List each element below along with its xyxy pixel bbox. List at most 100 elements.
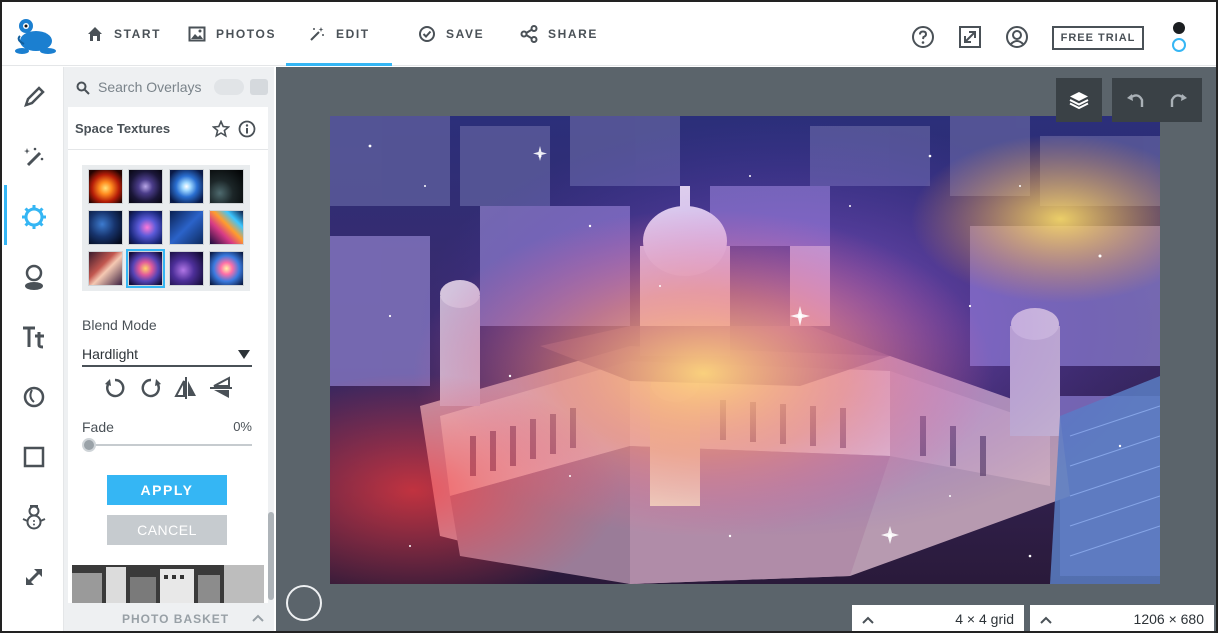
magic-wand-icon <box>24 147 44 167</box>
search-overlays-input[interactable] <box>98 77 208 97</box>
rail-seasonal[interactable] <box>20 503 48 531</box>
share-icon <box>520 25 538 43</box>
texture-thumb-selected[interactable] <box>126 249 165 288</box>
edited-photo[interactable] <box>330 116 1160 584</box>
moon-icon <box>23 386 45 408</box>
chevron-up-icon <box>252 614 264 622</box>
texture-thumb[interactable] <box>169 251 204 286</box>
grid-toggle[interactable]: 4 × 4 grid <box>852 605 1024 631</box>
canvas-workspace: 4 × 4 grid 1206 × 680 <box>276 67 1216 631</box>
history-controls <box>1112 78 1202 122</box>
chevron-up-icon <box>862 616 874 624</box>
tool-rail <box>2 67 64 631</box>
nav-photos-label: PHOTOS <box>216 27 277 41</box>
rotate-right-icon[interactable] <box>138 375 164 401</box>
top-bar: START PHOTOS EDIT SAVE SHARE FREE TRIAL <box>2 2 1216 66</box>
pencil-icon <box>24 86 45 107</box>
chevron-up-icon <box>1040 616 1052 624</box>
nav-share-label: SHARE <box>548 27 599 41</box>
compare-circle-button[interactable] <box>286 585 322 621</box>
blend-mode-label: Blend Mode <box>82 317 157 333</box>
section-title: Space Textures <box>75 121 171 136</box>
nav-edit[interactable]: EDIT <box>286 2 392 66</box>
free-trial-button[interactable]: FREE TRIAL <box>1052 26 1144 50</box>
text-icon <box>23 326 44 349</box>
rail-active-indicator <box>4 185 7 245</box>
cancel-button[interactable]: CANCEL <box>107 515 227 545</box>
section-divider <box>68 149 268 150</box>
search-toggle[interactable] <box>214 79 244 95</box>
texture-thumb[interactable] <box>209 210 244 245</box>
help-icon[interactable] <box>911 25 935 49</box>
search-bar <box>64 67 274 107</box>
photo-editor-app: START PHOTOS EDIT SAVE SHARE FREE TRIAL <box>0 0 1218 633</box>
texture-thumb[interactable] <box>88 251 123 286</box>
rail-frames[interactable] <box>20 443 48 471</box>
blend-mode-value: Hardlight <box>82 346 139 362</box>
flip-vertical-icon[interactable] <box>208 375 234 401</box>
texture-thumb[interactable] <box>169 210 204 245</box>
texture-thumb[interactable] <box>88 210 123 245</box>
texture-thumb[interactable] <box>209 251 244 286</box>
theme-light-dot[interactable] <box>1172 38 1186 52</box>
texture-thumb[interactable] <box>128 169 163 204</box>
info-icon[interactable] <box>238 120 256 138</box>
magic-wand-icon <box>310 27 324 41</box>
photo-basket-label: PHOTO BASKET <box>122 612 230 626</box>
rail-touch-up[interactable] <box>20 263 48 291</box>
fade-slider-knob[interactable] <box>82 438 96 452</box>
basket-photo-image <box>72 565 264 605</box>
panel-scrollbar-thumb[interactable] <box>268 512 274 600</box>
nav-start[interactable]: START <box>86 2 161 66</box>
texture-thumb[interactable] <box>88 169 123 204</box>
rail-resize[interactable] <box>20 563 48 591</box>
photo-basket-bar[interactable]: PHOTO BASKET <box>64 603 274 631</box>
fullscreen-icon[interactable] <box>958 25 982 49</box>
panel-body: Space Textures Blend Mode Hardlight Fade… <box>68 107 268 631</box>
star-icon[interactable] <box>212 120 230 138</box>
undo-icon[interactable] <box>1126 90 1146 110</box>
layers-button[interactable] <box>1056 78 1102 122</box>
grid-label: 4 × 4 grid <box>955 611 1014 627</box>
sun-gear-icon <box>22 205 46 229</box>
image-size-label: 1206 × 680 <box>1133 611 1204 627</box>
rail-edit[interactable] <box>20 83 48 111</box>
flip-horizontal-icon[interactable] <box>173 375 199 401</box>
blend-mode-select[interactable]: Hardlight <box>82 343 252 367</box>
basket-photo-thumbnail[interactable] <box>72 565 264 605</box>
frog-logo-icon[interactable] <box>14 16 58 56</box>
texture-grid <box>82 165 250 291</box>
user-account-icon[interactable] <box>1005 25 1029 49</box>
fade-value: 0% <box>233 419 252 434</box>
theme-dark-dot[interactable] <box>1173 22 1185 34</box>
redo-icon[interactable] <box>1168 90 1188 110</box>
rail-textures[interactable] <box>20 383 48 411</box>
overlay-panel: Space Textures Blend Mode Hardligh <box>64 67 274 631</box>
image-icon <box>188 26 206 42</box>
texture-thumb[interactable] <box>169 169 204 204</box>
frame-square-icon <box>23 446 45 468</box>
nav-share[interactable]: SHARE <box>520 2 598 66</box>
rail-overlays[interactable] <box>20 203 48 231</box>
texture-thumb[interactable] <box>128 210 163 245</box>
rail-text[interactable] <box>20 323 48 351</box>
layers-icon <box>1069 92 1089 110</box>
photo-cityscape-image <box>330 116 1160 584</box>
home-icon <box>88 27 102 41</box>
nav-save-label: SAVE <box>446 27 485 41</box>
nav-edit-label: EDIT <box>336 27 370 41</box>
search-option-button[interactable] <box>250 79 268 95</box>
fade-slider-track[interactable] <box>88 444 252 446</box>
apply-button[interactable]: APPLY <box>107 475 227 505</box>
rail-effects[interactable] <box>20 143 48 171</box>
nav-save[interactable]: SAVE <box>418 2 484 66</box>
texture-thumb[interactable] <box>209 169 244 204</box>
image-size-toggle[interactable]: 1206 × 680 <box>1030 605 1214 631</box>
resize-arrows-icon <box>25 568 43 586</box>
snowman-icon <box>22 505 46 530</box>
search-icon <box>76 81 90 95</box>
nav-photos[interactable]: PHOTOS <box>188 2 276 66</box>
rotate-left-icon[interactable] <box>102 375 128 401</box>
portrait-icon <box>25 264 43 290</box>
nav-start-label: START <box>114 27 162 41</box>
